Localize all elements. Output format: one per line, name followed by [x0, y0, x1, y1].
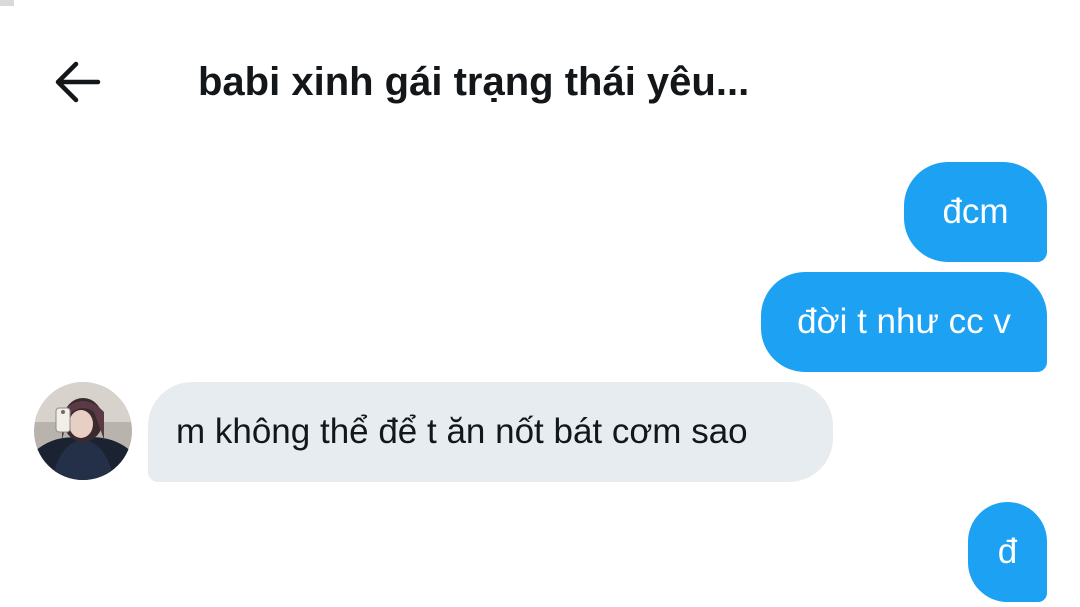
avatar[interactable]: [34, 382, 132, 480]
message-bubble-sent[interactable]: đời t như cc v: [761, 272, 1047, 372]
message-bubble-sent[interactable]: đ: [968, 502, 1047, 602]
conversation-title[interactable]: babi xinh gái trạng thái yêu...: [198, 60, 749, 104]
message-bubble-sent[interactable]: đcm: [904, 162, 1047, 262]
message-bubble-received[interactable]: m không thể để t ăn nốt bát cơm sao: [148, 382, 833, 482]
status-bar-fragment: [0, 0, 14, 6]
back-button[interactable]: [44, 54, 110, 110]
conversation-header: babi xinh gái trạng thái yêu...: [0, 40, 1080, 124]
arrow-left-icon: [52, 60, 102, 104]
